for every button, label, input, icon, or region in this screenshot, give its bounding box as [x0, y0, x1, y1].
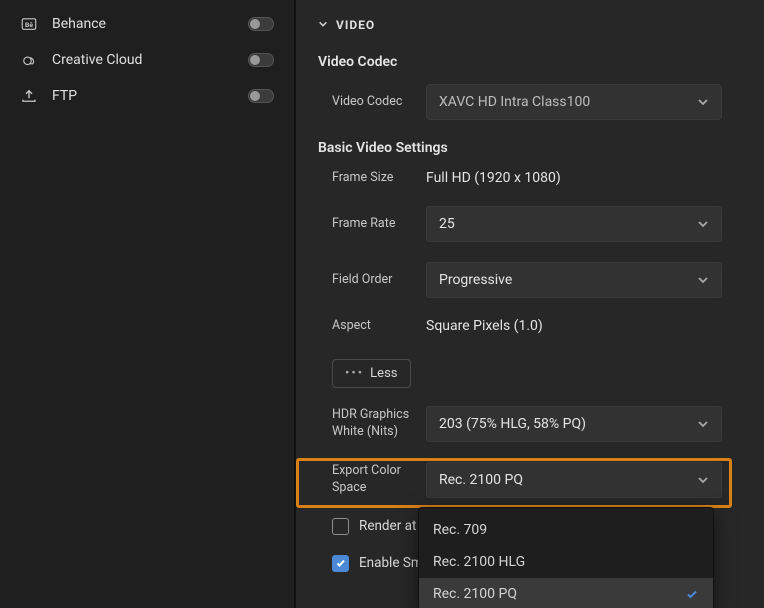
section-header-video[interactable]: VIDEO: [318, 18, 742, 50]
row-aspect: Aspect Square Pixels (1.0): [332, 318, 742, 334]
select-value: 203 (75% HLG, 58% PQ): [439, 416, 586, 432]
row-frame-size: Frame Size Full HD (1920 x 1080): [332, 170, 742, 186]
checkbox-enable-smart[interactable]: [332, 555, 349, 572]
toggle-switch[interactable]: [248, 89, 274, 103]
check-icon: [335, 557, 347, 569]
toggle-switch[interactable]: [248, 53, 274, 67]
checkbox-render-at-max[interactable]: [332, 518, 349, 535]
label-video-codec: Video Codec: [332, 94, 418, 110]
dots-icon: •••: [345, 366, 364, 381]
select-field-order[interactable]: Progressive: [426, 262, 722, 298]
sidebar-item-ftp[interactable]: FTP: [14, 78, 280, 114]
sidebar-item-label: FTP: [52, 88, 77, 104]
upload-icon: [20, 87, 38, 105]
chevron-down-icon: [697, 274, 709, 286]
group-title-video-codec: Video Codec: [318, 54, 742, 70]
row-frame-rate: Frame Rate 25: [332, 206, 742, 242]
row-video-codec: Video Codec XAVC HD Intra Class100: [332, 84, 742, 120]
select-hdr-white[interactable]: 203 (75% HLG, 58% PQ): [426, 406, 722, 442]
group-title-basic-video: Basic Video Settings: [318, 140, 742, 156]
label-frame-rate: Frame Rate: [332, 216, 418, 232]
select-value: 25: [439, 216, 455, 232]
sidebar-item-behance[interactable]: Bē Behance: [14, 6, 280, 42]
row-export-color-space: Export Color Space Rec. 2100 PQ: [332, 462, 742, 498]
select-frame-rate[interactable]: 25: [426, 206, 722, 242]
chevron-down-icon: [697, 96, 709, 108]
sidebar-item-creative-cloud[interactable]: Creative Cloud: [14, 42, 280, 78]
label-export-color-space: Export Color Space: [332, 463, 418, 496]
dropdown-item-rec-2100-hlg[interactable]: Rec. 2100 HLG: [419, 546, 713, 578]
behance-icon: Bē: [20, 15, 38, 33]
sidebar: Bē Behance Creative Cloud FTP: [0, 0, 296, 608]
select-value: Rec. 2100 PQ: [439, 472, 523, 488]
select-export-color-space[interactable]: Rec. 2100 PQ: [426, 462, 722, 498]
main-panel: VIDEO Video Codec Video Codec XAVC HD In…: [296, 0, 764, 608]
sidebar-item-label: Creative Cloud: [52, 52, 142, 68]
value-frame-size: Full HD (1920 x 1080): [426, 170, 561, 186]
dropdown-export-color-space: Rec. 709 Rec. 2100 HLG Rec. 2100 PQ: [418, 507, 714, 608]
toggle-switch[interactable]: [248, 17, 274, 31]
svg-text:Bē: Bē: [25, 21, 33, 29]
label-hdr-white: HDR Graphics White (Nits): [332, 407, 418, 440]
select-value: XAVC HD Intra Class100: [439, 94, 590, 110]
chevron-down-icon: [697, 418, 709, 430]
chevron-down-icon: [697, 218, 709, 230]
label-aspect: Aspect: [332, 318, 418, 334]
chevron-down-icon: [318, 18, 328, 32]
section-title: VIDEO: [336, 18, 375, 32]
less-label: Less: [370, 366, 397, 381]
chevron-down-icon: [697, 474, 709, 486]
creative-cloud-icon: [20, 51, 38, 69]
dropdown-item-rec-709[interactable]: Rec. 709: [419, 514, 713, 546]
less-button[interactable]: ••• Less: [332, 359, 411, 388]
check-icon: [685, 587, 699, 601]
label-field-order: Field Order: [332, 272, 418, 288]
label-frame-size: Frame Size: [332, 170, 418, 186]
value-aspect: Square Pixels (1.0): [426, 318, 543, 334]
dropdown-item-rec-2100-pq[interactable]: Rec. 2100 PQ: [419, 578, 713, 608]
row-field-order: Field Order Progressive: [332, 262, 742, 298]
row-hdr-white: HDR Graphics White (Nits) 203 (75% HLG, …: [332, 406, 742, 442]
sidebar-item-label: Behance: [52, 16, 106, 32]
select-video-codec[interactable]: XAVC HD Intra Class100: [426, 84, 722, 120]
select-value: Progressive: [439, 272, 512, 288]
